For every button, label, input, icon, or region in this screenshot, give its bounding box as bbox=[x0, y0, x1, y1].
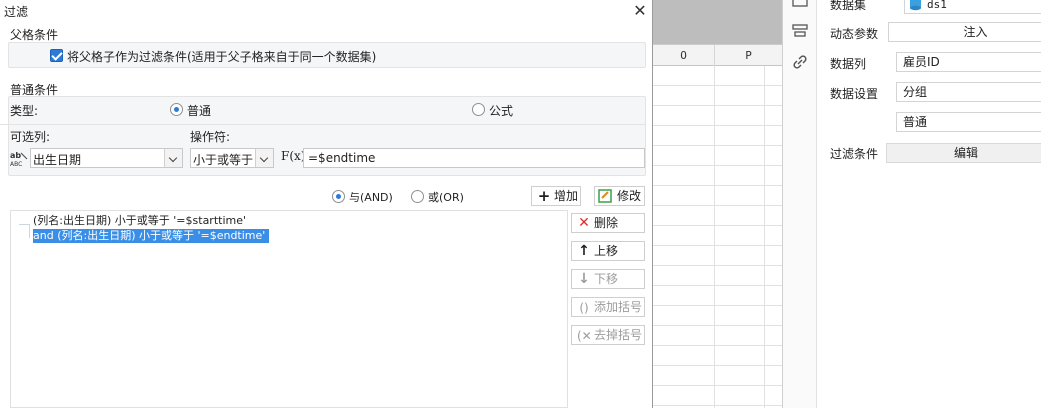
properties-panel: 数据集 ds1 动态参数 注入 数据列 雇员ID 数据设置 分组 普通 过滤条件… bbox=[818, 0, 1041, 408]
remove-bracket-button[interactable]: (✕ 去掉括号 bbox=[571, 325, 645, 345]
type-formula-label[interactable]: 公式 bbox=[489, 102, 513, 119]
dataset-value: ds1 bbox=[927, 0, 947, 11]
or-radio[interactable] bbox=[411, 190, 424, 203]
side-icon-bar bbox=[783, 0, 817, 408]
and-label[interactable]: 与(AND) bbox=[349, 189, 393, 205]
arrow-down-icon: ↓ bbox=[578, 271, 590, 287]
cell-element-icon[interactable] bbox=[792, 0, 808, 14]
dialog-titlebar[interactable]: 过滤 ✕ bbox=[0, 0, 652, 24]
filter-dialog: 过滤 ✕ 父格条件 将父格子作为过滤条件(适用于父子格来自于同一个数据集) 普通… bbox=[0, 0, 653, 408]
abc-field-icon: ab ABC bbox=[10, 151, 28, 167]
dataset-label: 数据集 bbox=[830, 0, 867, 12]
grid-divider bbox=[714, 66, 715, 408]
close-icon[interactable]: ✕ bbox=[632, 2, 648, 20]
condition-value-input[interactable]: =$endtime bbox=[303, 148, 645, 168]
condition-item[interactable]: (列名:出生日期) 小于或等于 '=$starttime' bbox=[33, 214, 246, 228]
remove-bracket-icon: (✕ bbox=[577, 329, 592, 343]
column-select-value: 出生日期 bbox=[33, 153, 82, 167]
data-setting-mode-select[interactable]: 普通 bbox=[896, 112, 1041, 132]
sheet-grid[interactable] bbox=[652, 66, 782, 408]
dynamic-param-label: 动态参数 bbox=[830, 27, 879, 41]
type-normal-radio[interactable] bbox=[170, 103, 183, 116]
and-radio[interactable] bbox=[332, 190, 345, 203]
delete-button[interactable]: ✕ 删除 bbox=[571, 213, 645, 233]
plus-icon: + bbox=[537, 187, 551, 205]
hyperlink-icon[interactable] bbox=[792, 55, 808, 69]
filter-condition-label: 过滤条件 bbox=[830, 147, 879, 161]
operator-select-value: 小于或等于 bbox=[193, 153, 254, 167]
bracket-icon: () bbox=[579, 301, 589, 315]
divider bbox=[0, 124, 646, 125]
type-label: 类型: bbox=[10, 104, 39, 118]
chevron-down-icon[interactable] bbox=[164, 149, 182, 167]
parent-filter-checkbox-label[interactable]: 将父格子作为过滤条件(适用于父子格来自于同一个数据集) bbox=[67, 48, 376, 65]
column-label: 可选列: bbox=[10, 130, 51, 144]
tree-line bbox=[19, 224, 29, 225]
add-bracket-button[interactable]: () 添加括号 bbox=[571, 297, 645, 317]
modify-condition-button[interactable]: 修改 bbox=[594, 186, 645, 206]
dialog-title: 过滤 bbox=[4, 5, 29, 19]
parent-condition-title: 父格条件 bbox=[10, 28, 59, 42]
move-up-button[interactable]: ↑ 上移 bbox=[571, 241, 645, 261]
or-label[interactable]: 或(OR) bbox=[428, 189, 464, 205]
column-header-o[interactable]: O bbox=[652, 45, 714, 67]
data-column-field[interactable]: 雇员ID bbox=[896, 52, 1041, 72]
inject-button[interactable]: 注入 bbox=[888, 22, 1041, 42]
column-header-bar: O P bbox=[652, 44, 782, 67]
operator-select[interactable]: 小于或等于 bbox=[190, 148, 274, 168]
data-column-label: 数据列 bbox=[830, 57, 867, 71]
sheet-toolbar-area bbox=[652, 0, 782, 44]
formula-icon[interactable]: F(x) bbox=[281, 149, 305, 163]
condition-item-selected[interactable]: and (列名:出生日期) 小于或等于 '=$endtime' bbox=[33, 229, 270, 243]
operator-label: 操作符: bbox=[190, 130, 231, 144]
column-select[interactable]: 出生日期 bbox=[30, 148, 183, 168]
chevron-down-icon[interactable] bbox=[255, 149, 273, 167]
condition-value-text: =$endtime bbox=[308, 151, 376, 165]
move-down-button[interactable]: ↓ 下移 bbox=[571, 269, 645, 289]
filter-edit-button[interactable]: 编辑 bbox=[886, 143, 1041, 163]
database-icon bbox=[910, 0, 921, 11]
delete-icon: ✕ bbox=[578, 215, 590, 231]
data-setting-select[interactable]: 分组 bbox=[896, 82, 1041, 102]
type-normal-label[interactable]: 普通 bbox=[187, 102, 211, 119]
grid-divider bbox=[764, 66, 765, 408]
modify-icon bbox=[598, 189, 612, 203]
svg-text:ab: ab bbox=[10, 151, 21, 160]
parent-condition-box: 将父格子作为过滤条件(适用于父子格来自于同一个数据集) bbox=[8, 42, 646, 68]
parent-filter-checkbox[interactable] bbox=[50, 49, 63, 62]
condition-list[interactable]: (列名:出生日期) 小于或等于 '=$starttime' and (列名:出生… bbox=[10, 210, 568, 408]
dataset-field[interactable]: ds1 bbox=[904, 0, 1041, 14]
data-setting-label: 数据设置 bbox=[830, 87, 879, 101]
column-header-p[interactable]: P bbox=[714, 45, 782, 67]
tree-line bbox=[29, 224, 30, 238]
add-condition-button[interactable]: + 增加 bbox=[531, 186, 581, 206]
svg-text:ABC: ABC bbox=[10, 161, 22, 167]
arrow-up-icon: ↑ bbox=[578, 243, 590, 259]
type-formula-radio[interactable] bbox=[472, 103, 485, 116]
cell-attribute-icon[interactable] bbox=[792, 24, 808, 38]
